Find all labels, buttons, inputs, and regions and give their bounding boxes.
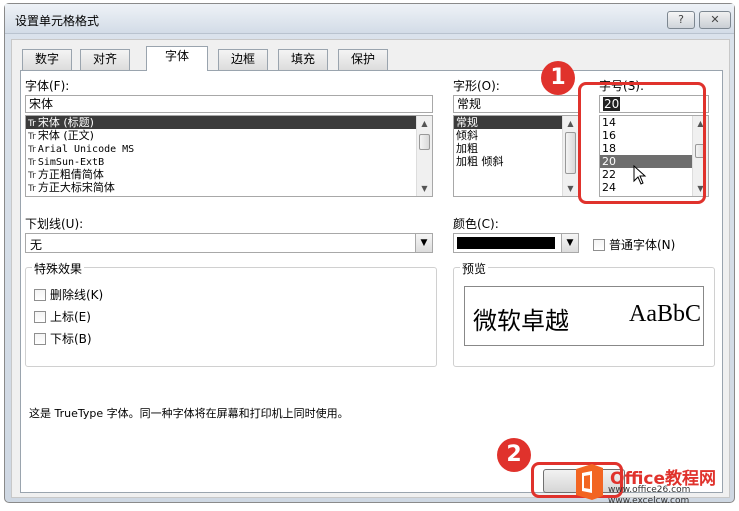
scroll-up-icon[interactable]: ▲	[563, 116, 578, 131]
watermark-url-2: www.excelcw.com	[608, 496, 690, 506]
office-logo-icon	[576, 464, 603, 500]
font-info-text: 这是 TrueType 字体。同一种字体将在屏幕和打印机上同时使用。	[29, 407, 349, 420]
scroll-thumb[interactable]	[419, 134, 430, 150]
tab-fill[interactable]: 填充	[278, 49, 329, 70]
preview-box: 微软卓越 AaBbC	[464, 286, 704, 346]
font-list-item[interactable]: Tr 宋体 (标题)	[26, 116, 432, 129]
tab-protection[interactable]: 保护	[338, 49, 389, 70]
effects-group: 特殊效果 删除线(K) 上标(E) 下标(B)	[25, 260, 437, 367]
tab-border[interactable]: 边框	[218, 49, 269, 70]
preview-title: 预览	[460, 260, 489, 277]
style-label: 字形(O):	[453, 79, 500, 93]
font-label: 字体(F):	[25, 79, 70, 93]
strikethrough-checkbox[interactable]: 删除线(K)	[34, 286, 103, 303]
preview-sample-en: AaBbC	[629, 301, 701, 327]
preview-sample-cn: 微软卓越	[473, 307, 569, 335]
superscript-label: 上标(E)	[50, 310, 91, 324]
step-marker-2: 2	[497, 438, 531, 472]
format-cells-dialog: 设置单元格格式 ? ✕ 数字 对齐 字体 边框 填充 保护 字体(F): 宋体 …	[4, 3, 735, 503]
title-bar: 设置单元格格式 ? ✕	[5, 4, 734, 34]
scroll-up-icon[interactable]: ▲	[417, 116, 432, 131]
step-marker-1: 1	[541, 61, 575, 95]
tab-alignment[interactable]: 对齐	[80, 49, 131, 70]
style-list-item[interactable]: 加粗	[454, 142, 578, 155]
watermark-url: www.office26.com	[608, 485, 691, 495]
style-input[interactable]: 常规	[453, 95, 579, 113]
preview-group: 预览 微软卓越 AaBbC	[453, 260, 715, 367]
close-button[interactable]: ✕	[699, 11, 731, 29]
font-input[interactable]: 宋体	[25, 95, 433, 113]
style-list-item[interactable]: 加粗 倾斜	[454, 155, 578, 168]
subscript-checkbox[interactable]: 下标(B)	[34, 330, 92, 347]
help-button[interactable]: ?	[667, 11, 695, 29]
font-list-item[interactable]: Tr 方正大标宋简体	[26, 181, 432, 194]
scroll-down-icon[interactable]: ▼	[563, 181, 578, 196]
normal-font-checkbox[interactable]: 普通字体(N)	[593, 236, 675, 253]
font-list-item[interactable]: Tr 宋体 (正文)	[26, 129, 432, 142]
checkbox-box[interactable]	[34, 288, 46, 301]
underline-select[interactable]: 无 ▼	[25, 233, 433, 253]
checkbox-box[interactable]	[593, 238, 605, 251]
scroll-down-icon[interactable]: ▼	[417, 181, 432, 196]
scroll-thumb[interactable]	[565, 132, 576, 174]
underline-label: 下划线(U):	[25, 217, 84, 231]
color-select[interactable]: ▼	[453, 233, 579, 253]
style-list[interactable]: 常规 倾斜 加粗 加粗 倾斜 ▲ ▼	[453, 115, 579, 197]
superscript-checkbox[interactable]: 上标(E)	[34, 308, 91, 325]
font-list-scrollbar[interactable]: ▲ ▼	[416, 116, 432, 196]
font-list[interactable]: Tr 宋体 (标题) Tr 宋体 (正文) Tr Arial Unicode MS T…	[25, 115, 433, 197]
font-list-item[interactable]: Tr 方正粗倩简体	[26, 168, 432, 181]
strikethrough-label: 删除线(K)	[50, 288, 104, 302]
chevron-down-icon[interactable]: ▼	[415, 234, 432, 252]
tab-number[interactable]: 数字	[22, 49, 73, 70]
color-label: 颜色(C):	[453, 217, 499, 231]
normal-font-label: 普通字体(N)	[609, 238, 676, 252]
style-list-scrollbar[interactable]: ▲ ▼	[562, 116, 578, 196]
font-list-item[interactable]: Tr SimSun-ExtB	[26, 155, 432, 168]
style-list-item[interactable]: 常规	[454, 116, 578, 129]
watermark: Office教程网 www.office26.com www.excelcw.c…	[568, 460, 736, 506]
color-swatch	[457, 237, 555, 249]
checkbox-box[interactable]	[34, 332, 46, 345]
underline-value: 无	[30, 238, 43, 252]
style-list-item[interactable]: 倾斜	[454, 129, 578, 142]
size-highlight-frame	[578, 82, 706, 204]
tab-font[interactable]: 字体	[146, 46, 209, 71]
dialog-title: 设置单元格格式	[15, 14, 100, 28]
font-list-item[interactable]: Tr Arial Unicode MS	[26, 142, 432, 155]
chevron-down-icon[interactable]: ▼	[561, 234, 578, 252]
subscript-label: 下标(B)	[50, 332, 92, 346]
effects-title: 特殊效果	[32, 260, 85, 277]
checkbox-box[interactable]	[34, 310, 46, 323]
